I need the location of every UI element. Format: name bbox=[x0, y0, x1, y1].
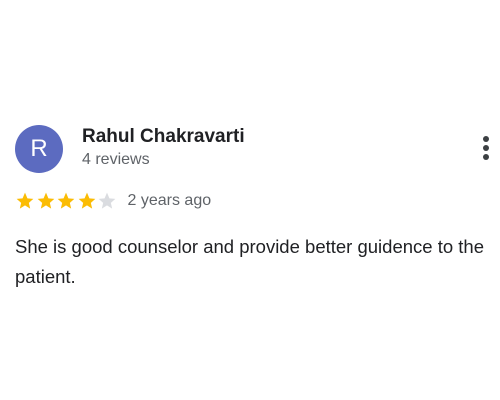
rating-row: 2 years ago bbox=[15, 190, 211, 212]
review-card: R Rahul Chakravarti 4 reviews 2 years ag… bbox=[0, 0, 500, 400]
more-vert-icon bbox=[483, 136, 489, 160]
avatar[interactable]: R bbox=[15, 125, 63, 173]
review-count: 4 reviews bbox=[82, 151, 150, 168]
avatar-letter: R bbox=[30, 135, 48, 162]
star-empty-icon bbox=[98, 192, 116, 209]
star-rating bbox=[15, 190, 118, 212]
star-filled-icon bbox=[57, 192, 75, 209]
star-filled-icon bbox=[78, 192, 95, 209]
review-time: 2 years ago bbox=[127, 192, 212, 209]
star-filled-icon bbox=[16, 192, 34, 209]
review-text: She is good counselor and provide better… bbox=[15, 236, 484, 287]
more-options-button[interactable] bbox=[476, 132, 496, 164]
star-filled-icon bbox=[37, 192, 54, 209]
reviewer-name[interactable]: Rahul Chakravarti bbox=[82, 126, 245, 148]
